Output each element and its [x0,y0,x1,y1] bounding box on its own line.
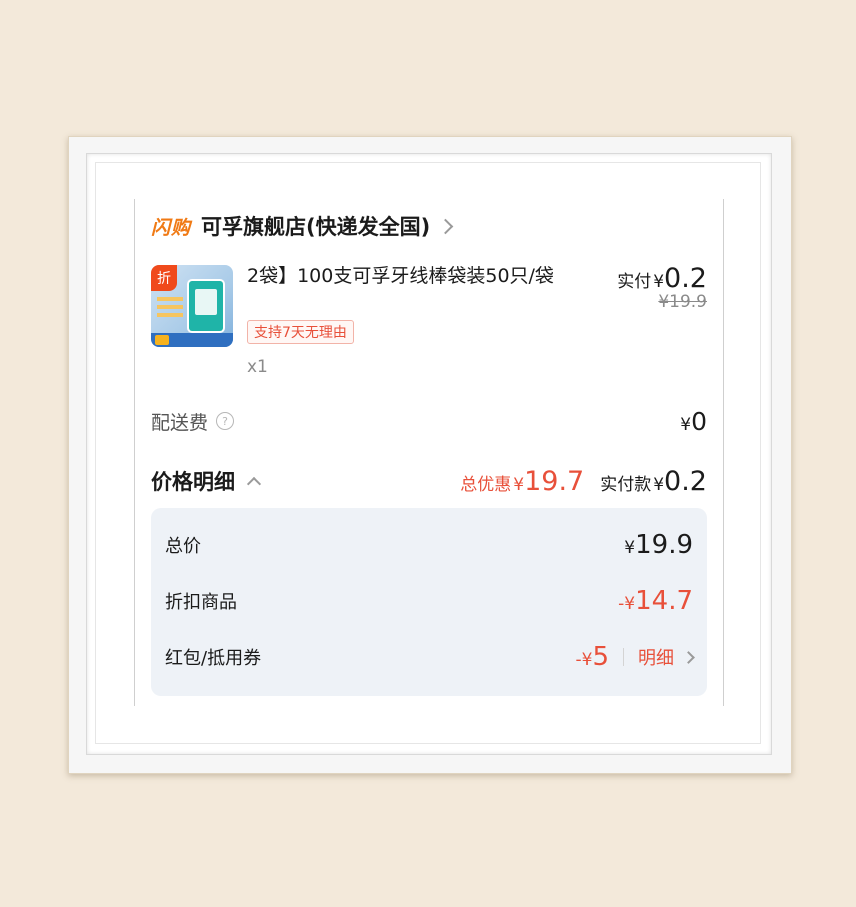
coupon-detail-link[interactable]: 明细 [638,644,695,670]
total-discount-label: 总优惠 [460,474,512,495]
total-price-value: 19.9 [635,530,693,560]
total-price-row: 总价 ¥ 19.9 [165,527,693,563]
shipping-fee-value: 0 [691,406,707,436]
currency-symbol: -¥ [575,650,593,670]
currency-symbol: ¥ [653,272,665,292]
chevron-right-icon [437,218,454,234]
total-price-label: 总价 [165,536,201,557]
currency-symbol: -¥ [618,594,636,614]
thumb-strip-badge [155,335,169,345]
product-title[interactable]: 2袋】100支可孚牙线棒袋装50只/袋 [247,265,577,287]
currency-symbol: ¥ [624,538,636,558]
product-thumbnail[interactable]: 折 [151,265,233,347]
thumb-decoration [157,297,183,301]
thumb-package-label [195,289,217,315]
flash-buy-tag: 闪购 [151,216,192,239]
currency-symbol: ¥ [653,474,665,495]
coupon-row: 红包/抵用券 -¥ 5 明细 [165,639,695,675]
shop-header[interactable]: 闪购 可孚旗舰店(快递发全国) [151,211,454,241]
shop-name[interactable]: 可孚旗舰店(快递发全国) [201,211,430,241]
order-card: 闪购 可孚旗舰店(快递发全国) 折 2袋】100支可孚牙线棒袋装50只/袋 支持… [134,199,724,706]
return-guarantee-tag: 支持7天无理由 [247,320,354,344]
discount-goods-value: 14.7 [635,586,693,616]
paid-label: 实付 [617,272,652,292]
total-discount-value: 19.7 [524,465,585,497]
discount-badge: 折 [151,265,177,291]
product-price: 实付 ¥ 0.2 ¥19.9 [617,263,707,312]
price-detail-header[interactable]: 价格明细 总优惠 ¥ 19.7 实付款 ¥ 0.2 [151,463,707,499]
coupon-label: 红包/抵用券 [165,648,262,669]
paid-price: 0.2 [664,263,707,294]
shipping-fee-label: 配送费 [151,411,209,434]
price-breakdown-panel: 总价 ¥ 19.9 折扣商品 -¥ 14.7 红包/抵用券 -¥ 5 明细 [151,508,707,696]
currency-symbol: ¥ [680,414,692,435]
amount-paid-label: 实付款 [600,474,652,495]
amount-paid-value: 0.2 [664,465,707,497]
currency-symbol: ¥ [513,474,525,495]
help-icon[interactable]: ? [216,412,235,430]
original-price: ¥19.9 [658,292,707,312]
chevron-right-icon [682,650,695,664]
shipping-fee-row: 配送费 ? ¥ 0 [151,403,707,439]
divider [623,648,624,666]
coupon-detail-label: 明细 [638,648,674,669]
chevron-up-icon[interactable] [246,476,262,492]
discount-goods-label: 折扣商品 [165,592,237,613]
discount-goods-row: 折扣商品 -¥ 14.7 [165,583,693,619]
price-detail-title: 价格明细 [151,470,235,494]
product-quantity: x1 [247,357,268,377]
coupon-value: 5 [592,642,609,672]
